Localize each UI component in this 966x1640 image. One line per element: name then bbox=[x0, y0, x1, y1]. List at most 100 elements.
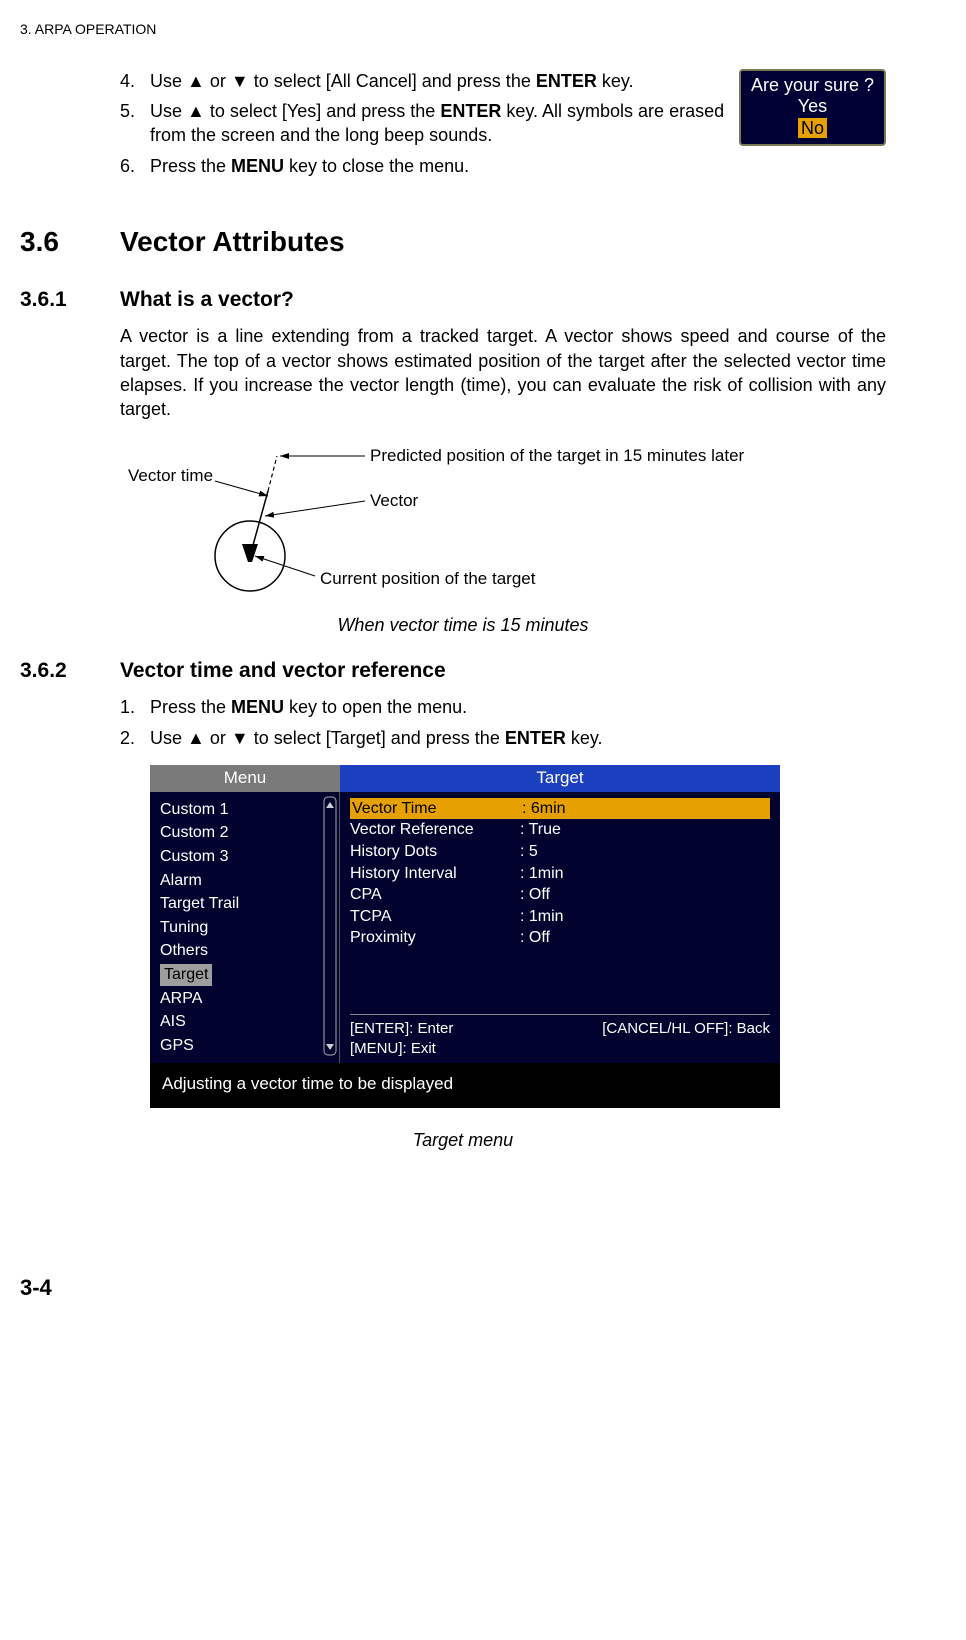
step-num: 2. bbox=[120, 726, 150, 750]
hint-cancel: [CANCEL/HL OFF]: Back bbox=[602, 1019, 770, 1039]
subsection-heading-1: 3.6.1 What is a vector? bbox=[20, 286, 906, 314]
t: key to open the menu. bbox=[284, 697, 467, 717]
step-num: 5. bbox=[120, 99, 150, 148]
step-text: Use ▲ or ▼ to select [All Cancel] and pr… bbox=[150, 69, 729, 93]
subsection-title: What is a vector? bbox=[120, 286, 294, 314]
t: Use bbox=[150, 71, 187, 91]
menu-key: MENU bbox=[231, 156, 284, 176]
menu-item: Tuning bbox=[160, 916, 339, 940]
menu-kv: History Dots: 5 bbox=[350, 841, 770, 863]
vector-time-label: Vector time bbox=[128, 466, 213, 485]
step-text: Use ▲ or ▼ to select [Target] and press … bbox=[150, 726, 886, 750]
t: key. bbox=[597, 71, 634, 91]
step-text: Press the MENU key to open the menu. bbox=[150, 695, 886, 719]
t: to select [Yes] and press the bbox=[205, 101, 440, 121]
menu-kv: Vector Reference: True bbox=[350, 819, 770, 841]
step-text: Use ▲ to select [Yes] and press the ENTE… bbox=[150, 99, 729, 148]
dialog-yes: Yes bbox=[751, 96, 874, 118]
t: key. bbox=[566, 728, 603, 748]
hint-menu: [MENU]: Exit bbox=[350, 1040, 436, 1057]
menu-kv-key: Vector Time bbox=[352, 798, 522, 820]
enter-key: ENTER bbox=[536, 71, 597, 91]
menu-item: Others bbox=[160, 939, 339, 963]
t: to select [All Cancel] and press the bbox=[249, 71, 536, 91]
down-triangle-icon: ▼ bbox=[231, 728, 249, 748]
menu-item: Target Trail bbox=[160, 892, 339, 916]
up-triangle-icon: ▲ bbox=[187, 71, 205, 91]
down-triangle-icon: ▼ bbox=[231, 71, 249, 91]
menu-kv: Vector Time: 6min bbox=[350, 798, 770, 820]
t: Press the bbox=[150, 156, 231, 176]
up-triangle-icon: ▲ bbox=[187, 101, 205, 121]
menu-kv: Proximity: Off bbox=[350, 927, 770, 949]
menu-right-panel: Vector Time: 6minVector Reference: TrueH… bbox=[340, 792, 780, 1064]
menu-item: Alarm bbox=[160, 869, 339, 893]
predicted-label: Predicted position of the target in 15 m… bbox=[370, 446, 745, 465]
menu-kv: CPA: Off bbox=[350, 884, 770, 906]
t: Press the bbox=[150, 697, 231, 717]
subsection-num: 3.6.2 bbox=[20, 657, 120, 685]
section-num: 3.6 bbox=[20, 223, 120, 261]
menu-item: Custom 3 bbox=[160, 845, 339, 869]
menu-kv-key: History Dots bbox=[350, 841, 520, 863]
menu-kv-val: : 1min bbox=[520, 906, 564, 928]
menu-caption: Target menu bbox=[20, 1128, 906, 1152]
menu-item: GPS bbox=[160, 1034, 339, 1058]
menu-item: ARPA bbox=[160, 987, 339, 1011]
scrollbar bbox=[323, 796, 337, 1056]
menu-kv-key: Vector Reference bbox=[350, 819, 520, 841]
vector-diagram: Predicted position of the target in 15 m… bbox=[120, 436, 906, 602]
menu-kv: History Interval: 1min bbox=[350, 863, 770, 885]
menu-kv-val: : 5 bbox=[520, 841, 538, 863]
enter-key: ENTER bbox=[505, 728, 566, 748]
menu-hints: [ENTER]: Enter [CANCEL/HL OFF]: Back [ME… bbox=[350, 1014, 770, 1060]
menu-item: AIS bbox=[160, 1010, 339, 1034]
menu-kv-val: : 1min bbox=[520, 863, 564, 885]
section-title: Vector Attributes bbox=[120, 223, 345, 261]
vector-label: Vector bbox=[370, 491, 419, 510]
step-6: 6. Press the MENU key to close the menu. bbox=[120, 154, 886, 178]
step-b1: 1. Press the MENU key to open the menu. bbox=[120, 695, 886, 719]
dialog-no: No bbox=[798, 118, 827, 138]
up-triangle-icon: ▲ bbox=[187, 728, 205, 748]
confirm-dialog: Are your sure ? Yes No bbox=[739, 69, 886, 146]
menu-key: MENU bbox=[231, 697, 284, 717]
chapter-header: 3. ARPA OPERATION bbox=[20, 20, 906, 39]
t: Use bbox=[150, 101, 187, 121]
menu-tip: Adjusting a vector time to be displayed bbox=[150, 1063, 780, 1104]
vector-paragraph: A vector is a line extending from a trac… bbox=[120, 324, 886, 421]
menu-kv-val: : True bbox=[520, 819, 561, 841]
section-heading: 3.6 Vector Attributes bbox=[20, 223, 906, 261]
step-num: 4. bbox=[120, 69, 150, 93]
subsection-title: Vector time and vector reference bbox=[120, 657, 446, 685]
target-menu-panel: Menu Target Custom 1Custom 2Custom 3Alar… bbox=[150, 765, 780, 1108]
menu-kv-val: : Off bbox=[520, 927, 550, 949]
menu-item: Custom 1 bbox=[160, 798, 339, 822]
t: or bbox=[205, 71, 231, 91]
step-5: 5. Use ▲ to select [Yes] and press the E… bbox=[120, 99, 729, 148]
step-num: 1. bbox=[120, 695, 150, 719]
dialog-question: Are your sure ? bbox=[751, 75, 874, 97]
t: key to close the menu. bbox=[284, 156, 469, 176]
t: or bbox=[205, 728, 231, 748]
menu-item: Custom 2 bbox=[160, 821, 339, 845]
step-b2: 2. Use ▲ or ▼ to select [Target] and pre… bbox=[120, 726, 886, 750]
menu-title-left: Menu bbox=[150, 765, 340, 792]
menu-kv-key: CPA bbox=[350, 884, 520, 906]
vector-caption: When vector time is 15 minutes bbox=[20, 613, 906, 637]
menu-kv-key: TCPA bbox=[350, 906, 520, 928]
enter-key: ENTER bbox=[440, 101, 501, 121]
menu-kv-key: History Interval bbox=[350, 863, 520, 885]
subsection-heading-2: 3.6.2 Vector time and vector reference bbox=[20, 657, 906, 685]
page-number: 3-4 bbox=[20, 1273, 906, 1303]
hint-enter: [ENTER]: Enter bbox=[350, 1020, 453, 1037]
menu-title-right: Target bbox=[340, 765, 780, 792]
step-4: 4. Use ▲ or ▼ to select [All Cancel] and… bbox=[120, 69, 729, 93]
step-num: 6. bbox=[120, 154, 150, 178]
menu-kv-val: : Off bbox=[520, 884, 550, 906]
current-label: Current position of the target bbox=[320, 569, 536, 588]
menu-kv: TCPA: 1min bbox=[350, 906, 770, 928]
menu-kv-key: Proximity bbox=[350, 927, 520, 949]
menu-kv-val: : 6min bbox=[522, 798, 566, 820]
menu-item: Target bbox=[160, 963, 339, 987]
